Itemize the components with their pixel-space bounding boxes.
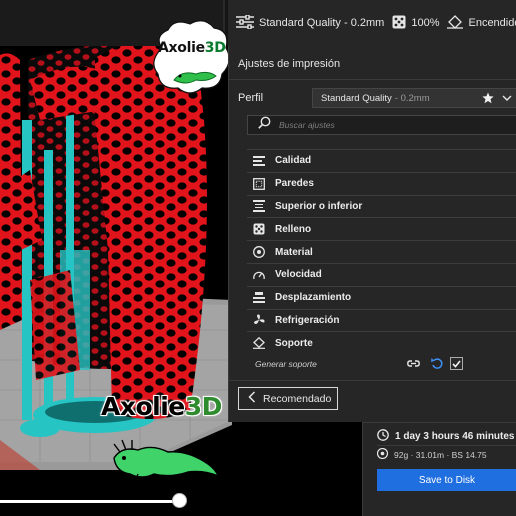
generate-support-label: Generar soporte — [255, 359, 317, 369]
axolie3d-logo — [153, 20, 230, 94]
watermark-text: Axolie3D — [101, 392, 222, 421]
speed-icon — [253, 269, 265, 281]
spool-icon — [376, 447, 389, 461]
category-label: Refrigeración — [275, 314, 340, 326]
infill-summary[interactable]: 100% — [392, 15, 439, 32]
material-estimate-value: 92g · 31.01m · BS 14.75 — [394, 449, 487, 460]
walls-icon — [253, 177, 265, 190]
top-bottom-icon — [253, 200, 265, 213]
sliders-icon — [236, 13, 254, 32]
category-cooling[interactable]: Refrigeración — [247, 308, 516, 332]
print-settings-summary[interactable]: Standard Quality - 0.2mm 100% Encendido — [228, 0, 516, 46]
profile-label: Perfil — [238, 92, 264, 104]
profile-dropdown[interactable]: Standard Quality - 0.2mm — [312, 88, 516, 108]
travel-icon — [253, 291, 265, 304]
category-label: Relleno — [275, 223, 312, 235]
category-label: Calidad — [275, 155, 312, 167]
infill-value: 100% — [411, 17, 440, 29]
material-icon — [253, 246, 265, 259]
favorite-star-icon[interactable] — [482, 92, 494, 107]
search-input[interactable] — [279, 120, 479, 130]
category-walls[interactable]: Paredes — [247, 171, 516, 195]
chevron-left-icon — [248, 391, 256, 406]
category-label: Soporte — [275, 337, 313, 349]
category-label: Superior o inferior — [275, 200, 363, 212]
profile-suffix: - 0.2mm — [394, 92, 430, 104]
category-travel[interactable]: Desplazamiento — [247, 285, 516, 309]
panel-title: Ajustes de impresión — [238, 58, 341, 70]
chevron-down-icon — [502, 94, 512, 105]
print-time-value: 1 day 3 hours 46 minutes — [395, 431, 515, 442]
adhesion-icon — [447, 14, 464, 32]
category-label: Desplazamiento — [275, 292, 352, 304]
layer-slider-track[interactable] — [0, 500, 180, 503]
material-estimate: 92g · 31.01m · BS 14.75 — [376, 447, 487, 461]
infill-dice-icon — [392, 15, 406, 32]
adhesion-summary[interactable]: Encendido — [447, 14, 516, 32]
layer-slider-handle[interactable] — [172, 493, 187, 508]
quality-label: Standard Quality - 0.2mm — [259, 17, 385, 29]
generate-support-checkbox[interactable] — [450, 357, 463, 370]
category-support[interactable]: Soporte — [247, 331, 516, 354]
support-icon — [253, 337, 265, 350]
logo-text: Axolie3D — [158, 40, 226, 56]
category-infill[interactable]: Relleno — [247, 217, 516, 240]
quality-icon — [253, 155, 265, 167]
print-settings-panel: Ajustes de impresión Perfil Standard Qua… — [228, 46, 516, 422]
recommended-button[interactable]: Recomendado — [238, 387, 338, 410]
recommended-label: Recomendado — [263, 392, 332, 405]
infill-icon — [253, 223, 265, 235]
reset-icon[interactable] — [431, 357, 443, 372]
adhesion-label: Encendido — [468, 17, 516, 29]
settings-search[interactable] — [247, 115, 516, 135]
category-speed[interactable]: Velocidad — [247, 262, 516, 286]
divider — [377, 445, 516, 446]
clock-icon — [377, 429, 389, 444]
axolotl-watermark-icon — [113, 439, 220, 485]
search-icon — [258, 116, 271, 134]
link-icon[interactable] — [407, 358, 420, 371]
quality-summary[interactable]: Standard Quality - 0.2mm — [236, 13, 385, 32]
category-material[interactable]: Material — [247, 240, 516, 263]
generate-support-setting: Generar soporte — [247, 352, 516, 376]
category-label: Velocidad — [275, 269, 322, 281]
print-time: 1 day 3 hours 46 minutes — [377, 429, 515, 444]
print-job-panel: 1 day 3 hours 46 minutes 92g · 31.01m · … — [362, 422, 516, 516]
top-toolbar: Standard Quality - 0.2mm 100% Encendido — [0, 0, 516, 46]
divider — [229, 79, 516, 80]
category-top-bottom[interactable]: Superior o inferior — [247, 194, 516, 218]
save-to-disk-button[interactable]: Save to Disk — [377, 469, 516, 491]
cooling-icon — [253, 314, 265, 326]
profile-name: Standard Quality — [321, 92, 392, 104]
settings-categories: Calidad Paredes Superior o inferior Rell… — [247, 149, 516, 354]
category-label: Material — [275, 246, 313, 258]
divider — [229, 380, 516, 381]
category-label: Paredes — [275, 178, 314, 190]
category-quality[interactable]: Calidad — [247, 149, 516, 172]
